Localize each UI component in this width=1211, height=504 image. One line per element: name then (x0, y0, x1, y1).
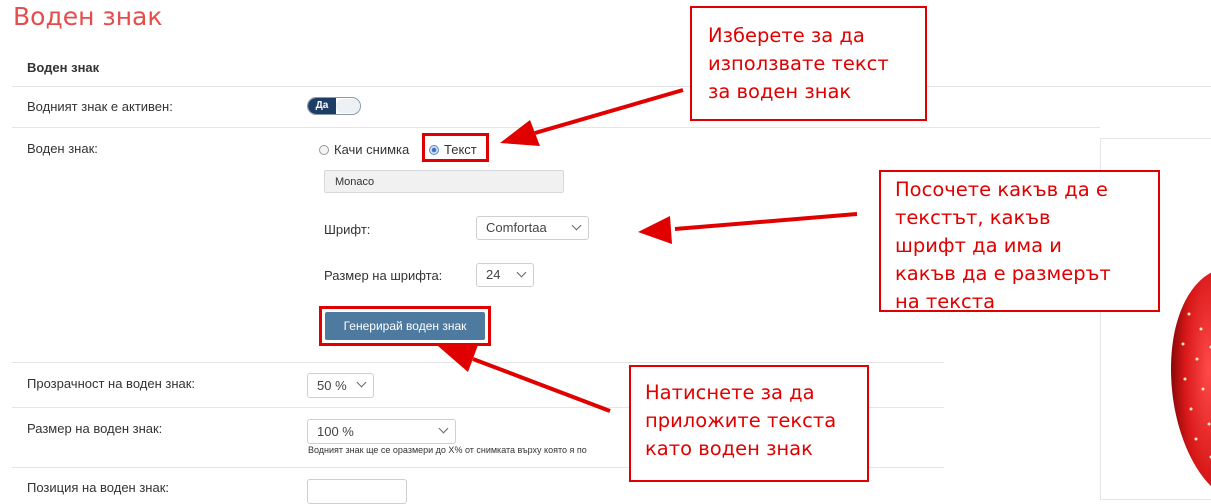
callout-line: текстът, какъв (895, 204, 1158, 232)
callout-line: на текста (895, 288, 1158, 316)
callout-line: за воден знак (708, 78, 925, 106)
callout-line: какъв да е размерът (895, 260, 1158, 288)
callout-line: Посочете какъв да е (895, 176, 1158, 204)
callout-line: Натиснете за да (645, 379, 867, 407)
callout-line: използвате текст (708, 50, 925, 78)
callout-line: Изберете за да (708, 22, 925, 50)
callout-apply: Натиснете за да приложите текста като во… (629, 365, 869, 482)
callout-text-choice: Изберете за да използвате текст за воден… (690, 6, 927, 121)
callout-line: приложите текста (645, 407, 867, 435)
callout-line: шрифт да има и (895, 232, 1158, 260)
callout-font: Посочете какъв да е текстът, какъв шрифт… (879, 170, 1160, 312)
callout-line: като воден знак (645, 435, 867, 463)
